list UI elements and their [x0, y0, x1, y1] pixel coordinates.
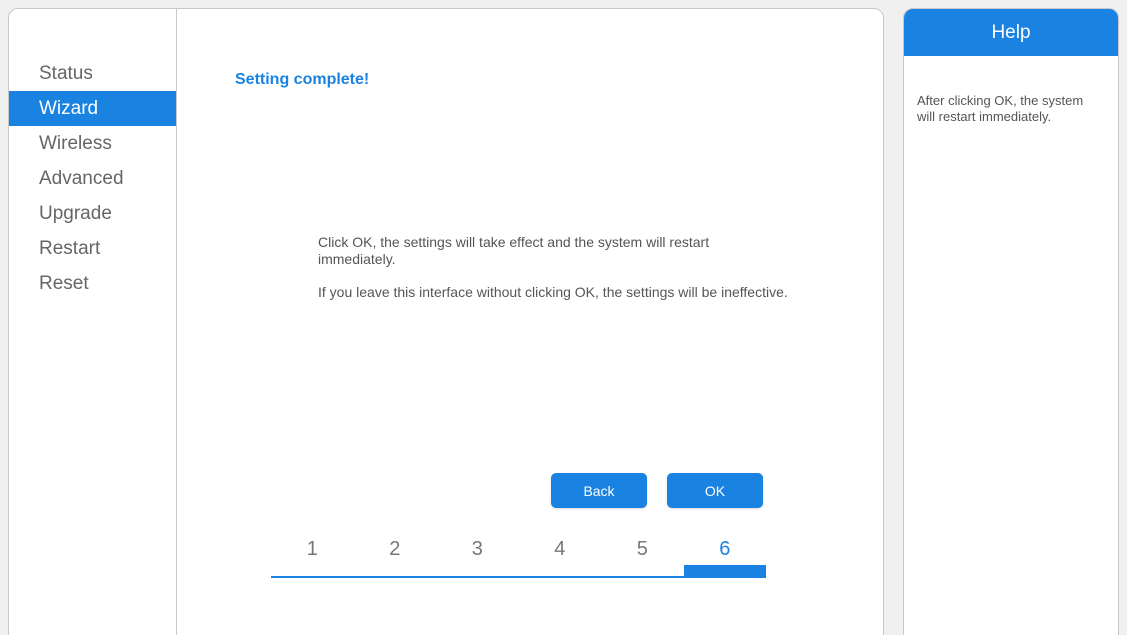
sidebar-item-wireless[interactable]: Wireless [9, 126, 176, 161]
message-leave-warning: If you leave this interface without clic… [318, 284, 788, 300]
step-3: 3 [471, 538, 483, 560]
sidebar-item-advanced[interactable]: Advanced [9, 161, 176, 196]
sidebar-item-wizard[interactable]: Wizard [9, 91, 176, 126]
help-text: After clicking OK, the system will resta… [917, 93, 1084, 124]
stepper-current-indicator [683, 565, 766, 578]
confirmation-message: Click OK, the settings will take effect … [318, 234, 788, 317]
sidebar-item-upgrade[interactable]: Upgrade [9, 196, 176, 231]
sidebar-nav: Status Wizard Wireless Advanced Upgrade … [9, 56, 176, 301]
main-panel: Status Wizard Wireless Advanced Upgrade … [8, 8, 884, 635]
back-button[interactable]: Back [551, 473, 647, 508]
content-area: Setting complete! Click OK, the settings… [177, 9, 883, 635]
sidebar-item-reset[interactable]: Reset [9, 266, 176, 301]
step-4: 4 [554, 538, 566, 560]
wizard-stepper: 1 2 3 4 5 6 [271, 538, 766, 578]
step-1: 1 [306, 538, 318, 560]
help-title: Help [904, 9, 1118, 56]
step-2: 2 [389, 538, 401, 560]
step-5: 5 [636, 538, 648, 560]
sidebar: Status Wizard Wireless Advanced Upgrade … [9, 9, 177, 635]
ok-button[interactable]: OK [667, 473, 763, 508]
step-6: 6 [719, 538, 731, 560]
message-restart-info: Click OK, the settings will take effect … [318, 234, 710, 267]
sidebar-item-restart[interactable]: Restart [9, 231, 176, 266]
help-panel: Help After clicking OK, the system will … [903, 8, 1119, 635]
sidebar-item-status[interactable]: Status [9, 56, 176, 91]
page-title: Setting complete! [235, 71, 370, 88]
